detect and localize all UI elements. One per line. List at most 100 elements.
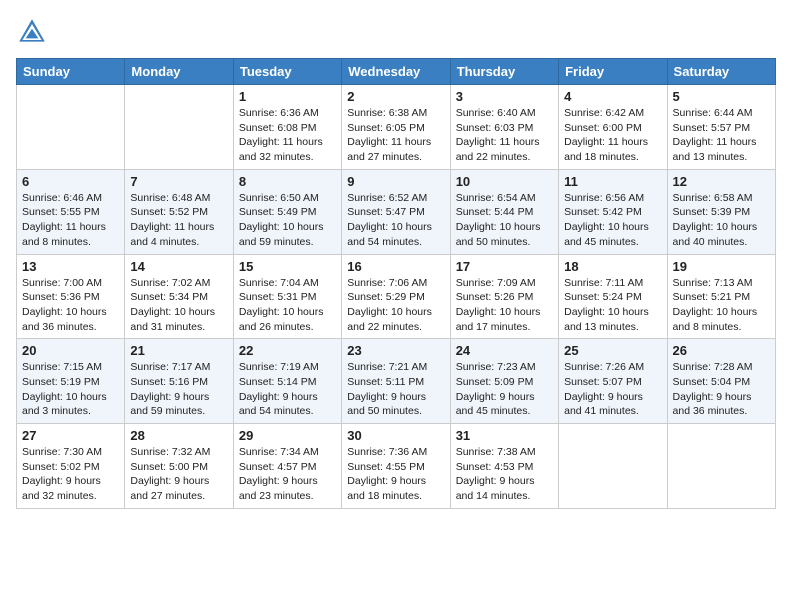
calendar-cell: 7 Sunrise: 6:48 AM Sunset: 5:52 PM Daylig… <box>125 169 233 254</box>
calendar-cell: 23 Sunrise: 7:21 AM Sunset: 5:11 PM Dayli… <box>342 339 450 424</box>
weekday-header: Saturday <box>667 59 775 85</box>
calendar-cell: 4 Sunrise: 6:42 AM Sunset: 6:00 PM Daylig… <box>559 85 667 170</box>
day-number: 4 <box>564 89 661 104</box>
day-number: 12 <box>673 174 770 189</box>
calendar-cell: 20 Sunrise: 7:15 AM Sunset: 5:19 PM Dayli… <box>17 339 125 424</box>
day-info: Sunrise: 7:21 AM Sunset: 5:11 PM Dayligh… <box>347 360 444 419</box>
day-info: Sunrise: 6:36 AM Sunset: 6:08 PM Dayligh… <box>239 106 336 165</box>
day-info: Sunrise: 7:09 AM Sunset: 5:26 PM Dayligh… <box>456 276 553 335</box>
calendar-cell: 17 Sunrise: 7:09 AM Sunset: 5:26 PM Dayli… <box>450 254 558 339</box>
weekday-header: Wednesday <box>342 59 450 85</box>
calendar-cell: 1 Sunrise: 6:36 AM Sunset: 6:08 PM Daylig… <box>233 85 341 170</box>
day-number: 8 <box>239 174 336 189</box>
day-number: 18 <box>564 259 661 274</box>
calendar-cell <box>667 424 775 509</box>
weekday-header: Friday <box>559 59 667 85</box>
day-info: Sunrise: 7:04 AM Sunset: 5:31 PM Dayligh… <box>239 276 336 335</box>
day-info: Sunrise: 7:02 AM Sunset: 5:34 PM Dayligh… <box>130 276 227 335</box>
calendar-cell: 11 Sunrise: 6:56 AM Sunset: 5:42 PM Dayli… <box>559 169 667 254</box>
day-number: 22 <box>239 343 336 358</box>
day-info: Sunrise: 7:38 AM Sunset: 4:53 PM Dayligh… <box>456 445 553 504</box>
calendar-cell: 16Sunrise: 7:06 AM Sunset: 5:29 PM Dayli… <box>342 254 450 339</box>
calendar-cell: 28 Sunrise: 7:32 AM Sunset: 5:00 PM Dayli… <box>125 424 233 509</box>
day-info: Sunrise: 7:00 AM Sunset: 5:36 PM Dayligh… <box>22 276 119 335</box>
calendar-cell: 31 Sunrise: 7:38 AM Sunset: 4:53 PM Dayli… <box>450 424 558 509</box>
day-number: 9 <box>347 174 444 189</box>
day-info: Sunrise: 7:36 AM Sunset: 4:55 PM Dayligh… <box>347 445 444 504</box>
calendar-cell: 29 Sunrise: 7:34 AM Sunset: 4:57 PM Dayli… <box>233 424 341 509</box>
day-info: Sunrise: 7:28 AM Sunset: 5:04 PM Dayligh… <box>673 360 770 419</box>
day-number: 31 <box>456 428 553 443</box>
day-info: Sunrise: 6:50 AM Sunset: 5:49 PM Dayligh… <box>239 191 336 250</box>
calendar-cell: 21 Sunrise: 7:17 AM Sunset: 5:16 PM Dayli… <box>125 339 233 424</box>
page-header <box>16 16 776 48</box>
day-number: 24 <box>456 343 553 358</box>
day-number: 23 <box>347 343 444 358</box>
day-info: Sunrise: 6:46 AM Sunset: 5:55 PM Dayligh… <box>22 191 119 250</box>
day-number: 29 <box>239 428 336 443</box>
day-number: 7 <box>130 174 227 189</box>
day-number: 20 <box>22 343 119 358</box>
calendar-cell: 3Sunrise: 6:40 AM Sunset: 6:03 PM Daylig… <box>450 85 558 170</box>
day-number: 10 <box>456 174 553 189</box>
day-info: Sunrise: 7:23 AM Sunset: 5:09 PM Dayligh… <box>456 360 553 419</box>
day-info: Sunrise: 7:15 AM Sunset: 5:19 PM Dayligh… <box>22 360 119 419</box>
calendar-cell: 25 Sunrise: 7:26 AM Sunset: 5:07 PM Dayli… <box>559 339 667 424</box>
calendar-cell: 26 Sunrise: 7:28 AM Sunset: 5:04 PM Dayli… <box>667 339 775 424</box>
weekday-header: Tuesday <box>233 59 341 85</box>
weekday-header: Thursday <box>450 59 558 85</box>
calendar-cell: 22 Sunrise: 7:19 AM Sunset: 5:14 PM Dayli… <box>233 339 341 424</box>
logo <box>16 16 52 48</box>
day-info: Sunrise: 7:19 AM Sunset: 5:14 PM Dayligh… <box>239 360 336 419</box>
day-info: Sunrise: 7:26 AM Sunset: 5:07 PM Dayligh… <box>564 360 661 419</box>
calendar-cell: 13 Sunrise: 7:00 AM Sunset: 5:36 PM Dayli… <box>17 254 125 339</box>
day-info: Sunrise: 6:44 AM Sunset: 5:57 PM Dayligh… <box>673 106 770 165</box>
day-number: 17 <box>456 259 553 274</box>
calendar-cell <box>559 424 667 509</box>
calendar-cell <box>125 85 233 170</box>
calendar-cell: 18 Sunrise: 7:11 AM Sunset: 5:24 PM Dayli… <box>559 254 667 339</box>
logo-icon <box>16 16 48 48</box>
day-info: Sunrise: 7:17 AM Sunset: 5:16 PM Dayligh… <box>130 360 227 419</box>
calendar-cell: 12Sunrise: 6:58 AM Sunset: 5:39 PM Dayli… <box>667 169 775 254</box>
day-info: Sunrise: 6:48 AM Sunset: 5:52 PM Dayligh… <box>130 191 227 250</box>
day-number: 2 <box>347 89 444 104</box>
calendar-cell: 10 Sunrise: 6:54 AM Sunset: 5:44 PM Dayli… <box>450 169 558 254</box>
calendar-cell: 6 Sunrise: 6:46 AM Sunset: 5:55 PM Daylig… <box>17 169 125 254</box>
day-info: Sunrise: 6:38 AM Sunset: 6:05 PM Dayligh… <box>347 106 444 165</box>
calendar-cell: 19Sunrise: 7:13 AM Sunset: 5:21 PM Dayli… <box>667 254 775 339</box>
day-number: 16 <box>347 259 444 274</box>
day-info: Sunrise: 7:11 AM Sunset: 5:24 PM Dayligh… <box>564 276 661 335</box>
day-info: Sunrise: 7:30 AM Sunset: 5:02 PM Dayligh… <box>22 445 119 504</box>
day-number: 14 <box>130 259 227 274</box>
day-number: 1 <box>239 89 336 104</box>
day-number: 30 <box>347 428 444 443</box>
day-number: 6 <box>22 174 119 189</box>
day-number: 15 <box>239 259 336 274</box>
day-number: 26 <box>673 343 770 358</box>
day-info: Sunrise: 6:56 AM Sunset: 5:42 PM Dayligh… <box>564 191 661 250</box>
day-number: 28 <box>130 428 227 443</box>
calendar-cell: 30 Sunrise: 7:36 AM Sunset: 4:55 PM Dayli… <box>342 424 450 509</box>
day-number: 25 <box>564 343 661 358</box>
day-number: 19 <box>673 259 770 274</box>
weekday-header: Sunday <box>17 59 125 85</box>
calendar-cell: 2 Sunrise: 6:38 AM Sunset: 6:05 PM Daylig… <box>342 85 450 170</box>
day-number: 5 <box>673 89 770 104</box>
day-info: Sunrise: 6:52 AM Sunset: 5:47 PM Dayligh… <box>347 191 444 250</box>
calendar-table: SundayMondayTuesdayWednesdayThursdayFrid… <box>16 58 776 509</box>
day-number: 11 <box>564 174 661 189</box>
day-number: 13 <box>22 259 119 274</box>
day-info: Sunrise: 7:32 AM Sunset: 5:00 PM Dayligh… <box>130 445 227 504</box>
day-number: 27 <box>22 428 119 443</box>
calendar-cell: 5 Sunrise: 6:44 AM Sunset: 5:57 PM Daylig… <box>667 85 775 170</box>
calendar-cell: 9 Sunrise: 6:52 AM Sunset: 5:47 PM Daylig… <box>342 169 450 254</box>
day-info: Sunrise: 6:42 AM Sunset: 6:00 PM Dayligh… <box>564 106 661 165</box>
calendar-cell: 24 Sunrise: 7:23 AM Sunset: 5:09 PM Dayli… <box>450 339 558 424</box>
calendar-cell: 27 Sunrise: 7:30 AM Sunset: 5:02 PM Dayli… <box>17 424 125 509</box>
day-info: Sunrise: 6:54 AM Sunset: 5:44 PM Dayligh… <box>456 191 553 250</box>
weekday-header: Monday <box>125 59 233 85</box>
day-number: 21 <box>130 343 227 358</box>
day-info: Sunrise: 6:40 AM Sunset: 6:03 PM Dayligh… <box>456 106 553 165</box>
day-info: Sunrise: 7:34 AM Sunset: 4:57 PM Dayligh… <box>239 445 336 504</box>
